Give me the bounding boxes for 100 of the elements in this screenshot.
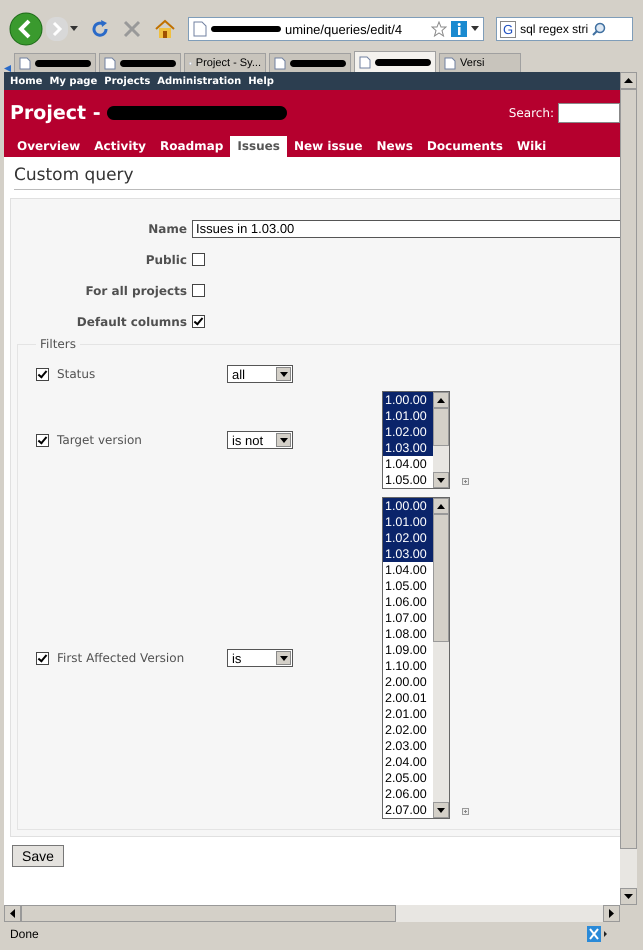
list-option[interactable]: 2.06.00 xyxy=(383,786,433,802)
project-tab[interactable]: News xyxy=(369,136,420,157)
browser-tab[interactable] xyxy=(269,53,351,72)
checkbox[interactable] xyxy=(36,652,49,664)
list-option[interactable]: 1.08.00 xyxy=(383,626,433,642)
list-option[interactable]: 1.03.00 xyxy=(383,440,433,456)
list-option[interactable]: 2.02.00 xyxy=(383,722,433,738)
browser-tab[interactable]: Versi xyxy=(439,53,521,72)
list-option[interactable]: 1.05.00 xyxy=(383,472,433,488)
project-tab[interactable]: Issues xyxy=(230,136,287,157)
list-option[interactable]: 1.09.00 xyxy=(383,642,433,658)
list-option[interactable]: 2.03.00 xyxy=(383,738,433,754)
scroll-down-button[interactable] xyxy=(433,472,449,488)
checkbox[interactable] xyxy=(192,315,205,328)
list-option[interactable]: 1.01.00 xyxy=(383,514,433,530)
caret-up-icon xyxy=(437,504,445,508)
scroll-thumb[interactable] xyxy=(21,905,396,922)
browser-tab[interactable] xyxy=(99,53,181,72)
reload-icon[interactable] xyxy=(90,19,110,39)
search-field[interactable] xyxy=(558,103,620,123)
scroll-up-button[interactable] xyxy=(433,392,449,408)
scrollbar[interactable] xyxy=(433,498,449,818)
operator-select[interactable]: is xyxy=(227,649,293,667)
filter-label: First Affected Version xyxy=(57,651,186,665)
project-tab[interactable]: Roadmap xyxy=(153,136,230,157)
expand-icon[interactable] xyxy=(462,808,469,815)
checkbox[interactable] xyxy=(192,284,205,297)
addon-icon[interactable] xyxy=(587,926,609,942)
top-menu-link[interactable]: My page xyxy=(49,76,98,86)
scroll-up-button[interactable] xyxy=(620,72,637,89)
values-listbox[interactable]: 1.00.00 1.01.00 1.02.00 1.03.00 1.04.00 1.05.00 xyxy=(382,391,450,489)
checkbox[interactable] xyxy=(36,434,49,446)
project-tab[interactable]: Overview xyxy=(10,136,88,157)
scroll-thumb[interactable] xyxy=(433,408,449,446)
list-option[interactable]: 1.00.00 xyxy=(383,498,433,514)
list-option[interactable]: 1.04.00 xyxy=(383,456,433,472)
list-option[interactable]: 1.06.00 xyxy=(383,594,433,610)
list-option[interactable]: 2.07.00 xyxy=(383,802,433,818)
checkbox[interactable] xyxy=(192,253,205,266)
list-option[interactable]: 1.10.00 xyxy=(383,658,433,674)
field-label: For all projects xyxy=(84,284,187,298)
field-label: Public xyxy=(144,252,187,266)
checkbox[interactable] xyxy=(36,368,49,380)
list-option[interactable]: 1.00.00 xyxy=(383,392,433,408)
scroll-thumb[interactable] xyxy=(433,514,449,642)
list-option[interactable]: 2.00.00 xyxy=(383,674,433,690)
list-option[interactable]: 2.04.00 xyxy=(383,754,433,770)
home-icon[interactable] xyxy=(154,19,176,39)
dropdown-button[interactable] xyxy=(276,367,291,381)
list-option[interactable]: 1.02.00 xyxy=(383,530,433,546)
browser-tab[interactable] xyxy=(14,53,96,72)
star-icon[interactable] xyxy=(431,21,447,37)
scrollbar[interactable] xyxy=(433,392,449,488)
dropdown-caret-icon[interactable] xyxy=(471,26,479,32)
dropdown-button[interactable] xyxy=(276,433,291,447)
search-field[interactable]: G sql regex stri xyxy=(496,17,633,41)
name-input[interactable]: Issues in 1.03.00 xyxy=(192,220,620,238)
filter-label: Status xyxy=(57,367,96,381)
search-engine-logo[interactable]: G xyxy=(500,20,516,38)
search-icon[interactable] xyxy=(592,22,606,36)
list-option[interactable]: 2.05.00 xyxy=(383,770,433,786)
project-tab[interactable]: Wiki xyxy=(510,136,554,157)
project-tab[interactable]: Activity xyxy=(87,136,153,157)
operator-select[interactable]: all xyxy=(227,365,293,383)
dropdown-button[interactable] xyxy=(276,651,291,665)
info-icon[interactable] xyxy=(451,21,467,37)
project-tab[interactable]: New issue xyxy=(286,136,370,157)
list-option[interactable]: 1.05.00 xyxy=(383,578,433,594)
dropdown-caret-icon[interactable] xyxy=(70,26,78,32)
caret-up-icon xyxy=(437,398,445,402)
list-option[interactable]: 1.03.00 xyxy=(383,546,433,562)
status-text: Done xyxy=(10,927,39,941)
list-option[interactable]: 1.02.00 xyxy=(383,424,433,440)
project-tab[interactable]: Documents xyxy=(420,136,510,157)
list-option[interactable]: 1.04.00 xyxy=(383,562,433,578)
caret-icon xyxy=(280,372,288,376)
list-option[interactable]: 1.01.00 xyxy=(383,408,433,424)
scroll-down-button[interactable] xyxy=(620,888,637,905)
scroll-left-button[interactable] xyxy=(4,905,21,922)
top-menu-link[interactable]: Help xyxy=(248,76,274,86)
top-menu-link[interactable]: Administration xyxy=(157,76,242,86)
top-menu-link[interactable]: Projects xyxy=(104,76,150,86)
field-label: Name xyxy=(147,222,187,236)
list-option[interactable]: 2.01.00 xyxy=(383,706,433,722)
top-menu-link[interactable]: Home xyxy=(10,76,42,86)
expand-icon[interactable] xyxy=(462,478,469,485)
horizontal-scrollbar[interactable] xyxy=(4,905,620,922)
browser-tab[interactable]: Project - Sy... xyxy=(184,53,266,72)
caret-up-icon xyxy=(624,78,633,83)
scroll-right-button[interactable] xyxy=(603,905,620,922)
address-bar[interactable]: umine/queries/edit/4 xyxy=(188,17,484,41)
list-option[interactable]: 2.00.01 xyxy=(383,690,433,706)
operator-select[interactable]: is not xyxy=(227,431,293,449)
save-button[interactable]: Save xyxy=(12,845,64,867)
browser-tab[interactable] xyxy=(354,51,436,72)
caret-right-icon xyxy=(609,909,614,918)
scroll-up-button[interactable] xyxy=(433,498,449,514)
values-listbox[interactable]: 1.00.00 1.01.00 1.02.00 1.03.00 1.04.00 1.05.00 1.06.00 1.07.00 1.08.00 1.09.00 1.10.00 2.00.00 2.00.01 2.01.00 2.02.00 2.03.00 2.04.00 2.05.00 2.06.00 2.07.00 xyxy=(382,497,450,819)
list-option[interactable]: 1.07.00 xyxy=(383,610,433,626)
scroll-down-button[interactable] xyxy=(433,802,449,818)
